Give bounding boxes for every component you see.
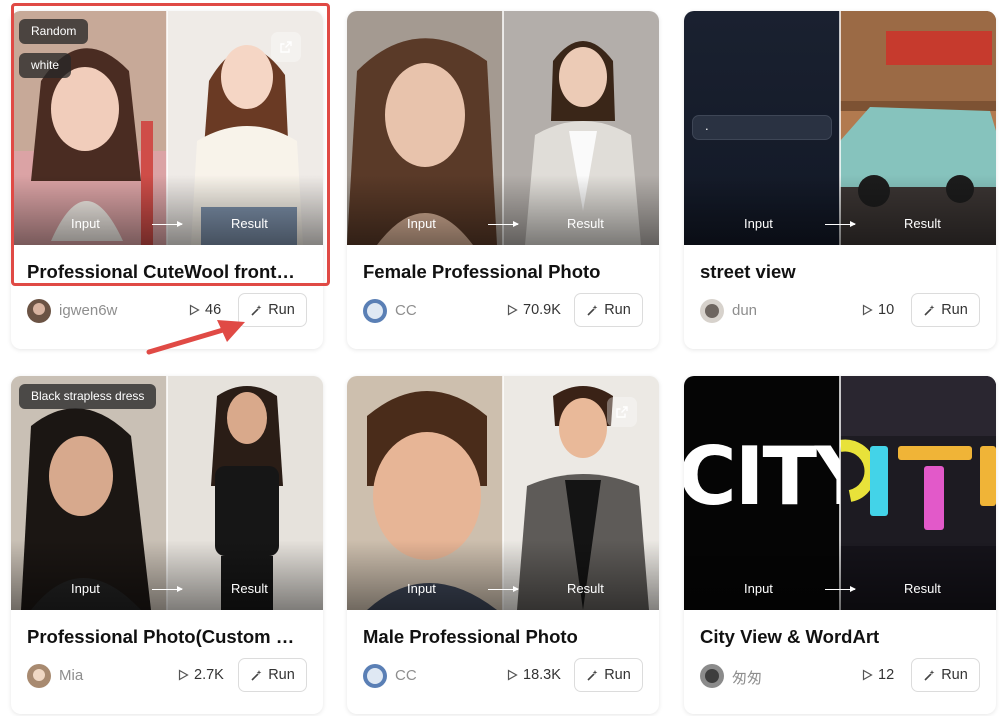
card-thumbnail[interactable]: CITY Input Result xyxy=(684,376,996,610)
author-name[interactable]: Mia xyxy=(59,667,83,684)
play-icon xyxy=(507,304,518,316)
avatar[interactable] xyxy=(363,664,387,688)
play-count: 70.9K xyxy=(506,302,561,318)
play-icon xyxy=(189,304,200,316)
play-count: 10 xyxy=(861,302,894,318)
run-button[interactable]: Run xyxy=(911,658,980,692)
play-icon xyxy=(178,669,189,681)
run-button[interactable]: Run xyxy=(911,293,980,327)
input-label: Input xyxy=(407,216,436,231)
magic-wand-icon xyxy=(251,669,262,681)
play-count: 12 xyxy=(861,667,894,683)
prompt-input: . xyxy=(692,115,832,140)
magic-wand-icon xyxy=(924,669,935,681)
workflow-card[interactable]: Input Result Female Professional Photo C… xyxy=(347,11,659,349)
input-label: Input xyxy=(744,581,773,596)
avatar[interactable] xyxy=(27,299,51,323)
card-title[interactable]: street view xyxy=(700,261,984,283)
card-footer: 匆匆 12 Run xyxy=(684,658,996,694)
card-title[interactable]: Female Professional Photo xyxy=(363,261,647,283)
card-footer: CC 18.3K Run xyxy=(347,658,659,694)
author-name[interactable]: CC xyxy=(395,302,417,319)
share-icon[interactable] xyxy=(607,397,637,427)
card-thumbnail[interactable]: Input Result xyxy=(347,11,659,245)
card-title[interactable]: Professional Photo(Custom … xyxy=(27,626,311,648)
arrow-right-icon xyxy=(488,586,519,592)
arrow-right-icon xyxy=(825,221,856,227)
card-thumbnail[interactable]: . Input Result xyxy=(684,11,996,245)
magic-wand-icon xyxy=(587,669,598,681)
avatar[interactable] xyxy=(27,664,51,688)
card-footer: CC 70.9K Run xyxy=(347,293,659,329)
run-button[interactable]: Run xyxy=(238,658,307,692)
input-label: Input xyxy=(407,581,436,596)
avatar[interactable] xyxy=(700,664,724,688)
magic-wand-icon xyxy=(587,304,598,316)
result-label: Result xyxy=(231,581,268,596)
author-name[interactable]: dun xyxy=(732,302,757,319)
workflow-card[interactable]: Input Result Male Professional Photo CC … xyxy=(347,376,659,714)
input-wordart: CITY xyxy=(684,430,840,523)
input-label: Input xyxy=(744,216,773,231)
arrow-right-icon xyxy=(488,221,519,227)
card-thumbnail[interactable]: Input Result Black strapless dress xyxy=(11,376,323,610)
highlight-box xyxy=(11,3,330,286)
result-label: Result xyxy=(904,216,941,231)
result-label: Result xyxy=(567,581,604,596)
param-tag: Black strapless dress xyxy=(19,384,157,409)
result-label: Result xyxy=(904,581,941,596)
arrow-right-icon xyxy=(152,586,183,592)
run-button[interactable]: Run xyxy=(574,658,643,692)
magic-wand-icon xyxy=(251,304,262,316)
card-title[interactable]: City View & WordArt xyxy=(700,626,984,648)
magic-wand-icon xyxy=(924,304,935,316)
card-title[interactable]: Male Professional Photo xyxy=(363,626,647,648)
arrow-right-icon xyxy=(825,586,856,592)
red-arrow-icon xyxy=(146,320,245,355)
input-label: Input xyxy=(71,581,100,596)
play-icon xyxy=(507,669,518,681)
author-name[interactable]: igwen6w xyxy=(59,302,117,319)
play-icon xyxy=(862,669,873,681)
play-count: 2.7K xyxy=(177,667,224,683)
workflow-card[interactable]: Input Result Black strapless dress Profe… xyxy=(11,376,323,714)
author-name[interactable]: 匆匆 xyxy=(732,667,762,688)
card-thumbnail[interactable]: Input Result xyxy=(347,376,659,610)
workflow-card[interactable]: . Input Result street view dun 10 Run xyxy=(684,11,996,349)
play-count: 18.3K xyxy=(506,667,561,683)
play-icon xyxy=(862,304,873,316)
workflow-card[interactable]: CITY Input Result City View & WordArt 匆匆 xyxy=(684,376,996,714)
run-button[interactable]: Run xyxy=(574,293,643,327)
avatar[interactable] xyxy=(363,299,387,323)
avatar[interactable] xyxy=(700,299,724,323)
card-footer: dun 10 Run xyxy=(684,293,996,329)
result-label: Result xyxy=(567,216,604,231)
author-name[interactable]: CC xyxy=(395,667,417,684)
card-footer: Mia 2.7K Run xyxy=(11,658,323,694)
